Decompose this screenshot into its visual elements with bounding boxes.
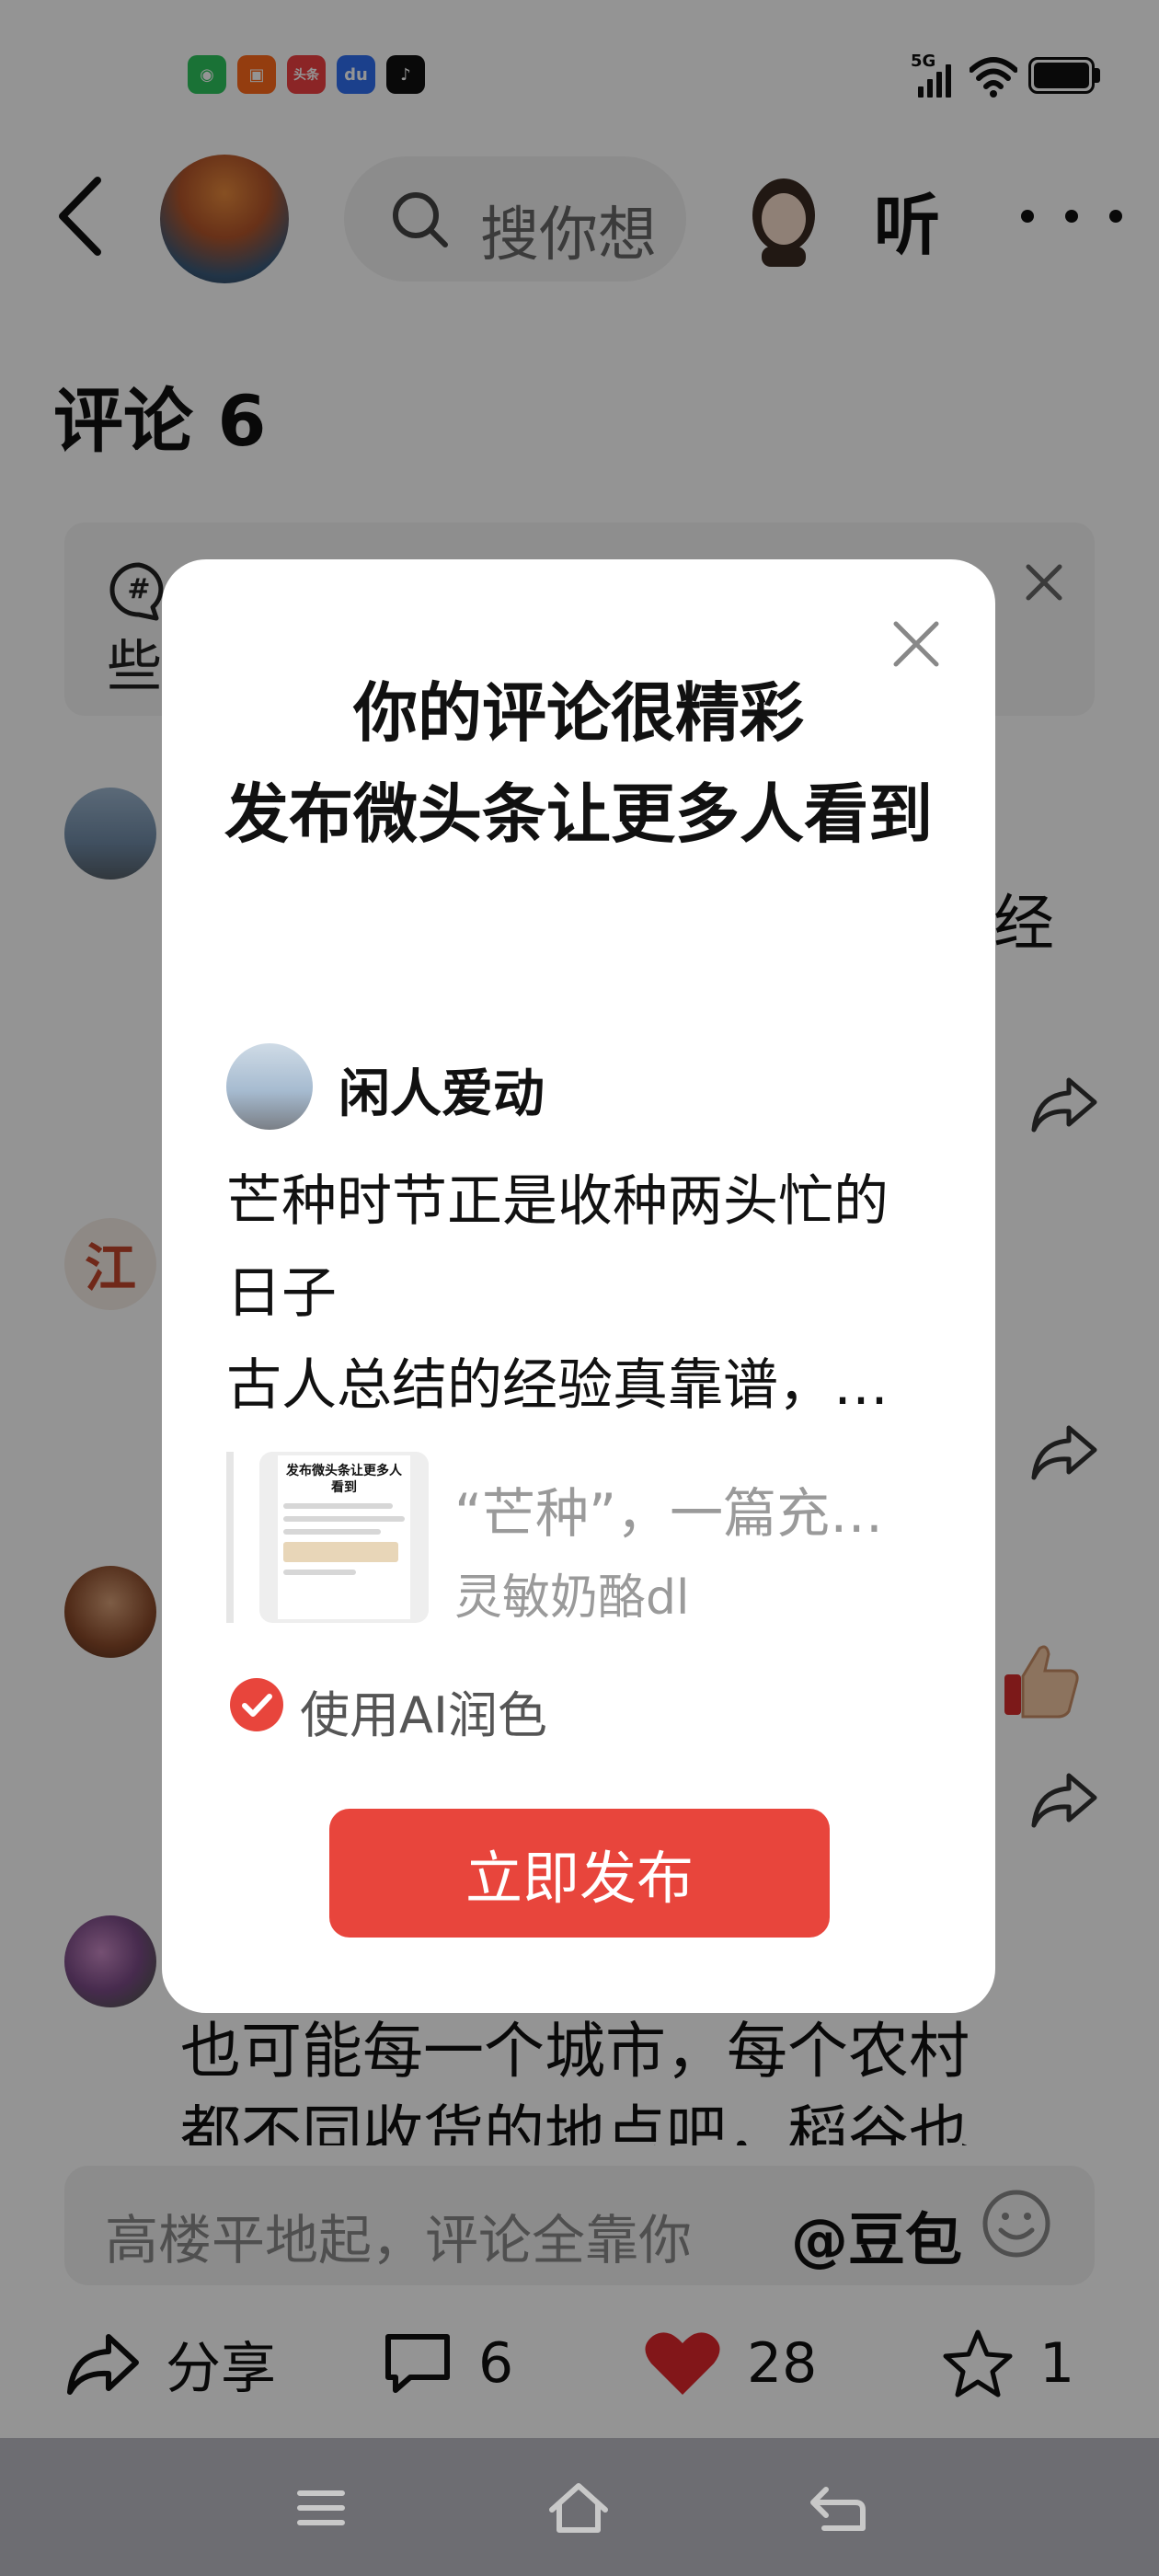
dialog-title-line: 发布微头条让更多人看到 (224, 776, 933, 852)
checkmark-icon (242, 1694, 272, 1717)
article-author: 灵敏奶酪dl (454, 1570, 690, 1626)
post-preview-text: 芒种时节正是收种两头忙的日子 古人总结的经验真靠谱，… (226, 1156, 925, 1432)
back-nav-icon[interactable] (806, 2480, 870, 2536)
dialog-title: 你的评论很精彩 发布微头条让更多人看到 (199, 662, 958, 865)
dialog-title-line: 你的评论很精彩 (353, 675, 804, 751)
article-thumbnail: 发布微头条让更多人看到 (259, 1452, 429, 1623)
thumbnail-title: 发布微头条让更多人看到 (286, 1464, 402, 1495)
post-text-line: 芒种时节正是收种两头忙的日子 (226, 1169, 889, 1326)
poster-username: 闲人爱动 (339, 1064, 545, 1124)
article-title: “芒种”，一篇充… (454, 1482, 884, 1545)
quote-bar (226, 1452, 234, 1623)
publish-dialog: 你的评论很精彩 发布微头条让更多人看到 闲人爱动 芒种时节正是收种两头忙的日子 … (162, 559, 995, 2013)
home-icon[interactable] (546, 2480, 611, 2536)
system-navigation-bar (0, 2438, 1159, 2576)
menu-icon[interactable] (289, 2480, 353, 2536)
post-text-line: 古人总结的经验真靠谱，… (226, 1353, 889, 1418)
ai-polish-checkbox[interactable] (230, 1678, 283, 1731)
publish-button[interactable]: 立即发布 (329, 1809, 830, 1938)
article-thumbnail-page: 发布微头条让更多人看到 (278, 1455, 410, 1619)
poster-avatar (226, 1043, 313, 1130)
ai-polish-label[interactable]: 使用AI润色 (300, 1674, 547, 1747)
